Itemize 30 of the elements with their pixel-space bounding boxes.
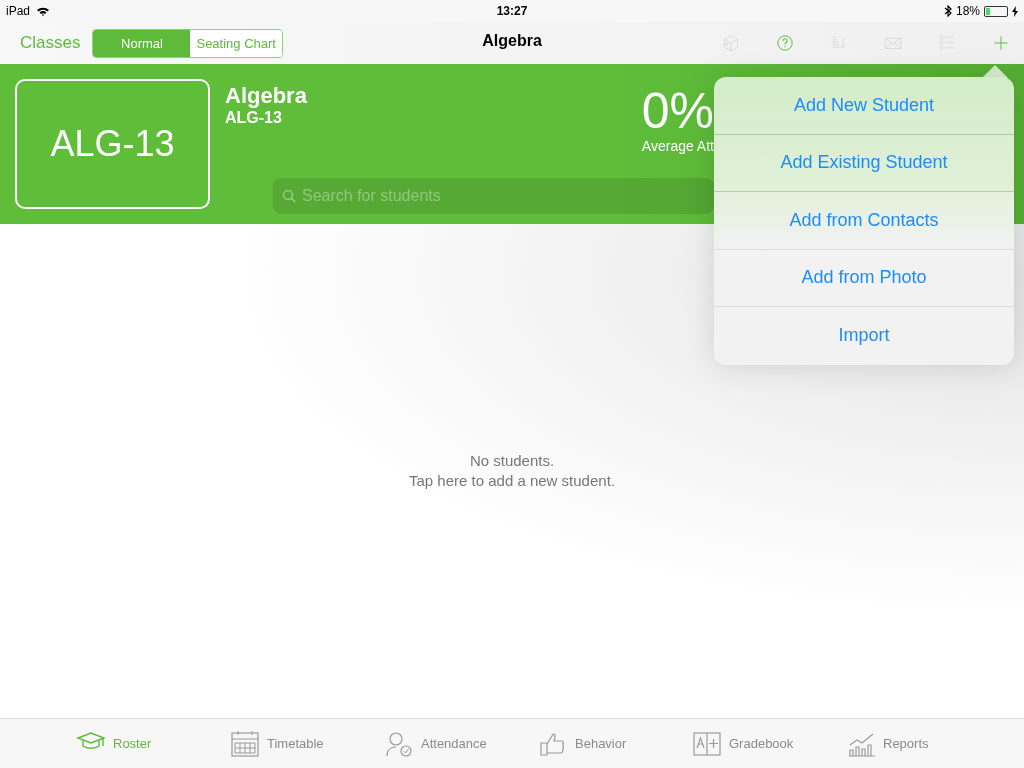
menu-item[interactable]: Add New Student <box>714 77 1014 135</box>
wifi-icon <box>36 5 51 17</box>
clock: 13:27 <box>495 4 529 18</box>
menu-item[interactable]: Add Existing Student <box>714 134 1014 192</box>
battery-percent: 18% <box>955 4 980 18</box>
tab-bar-item[interactable]: Roster <box>75 728 193 759</box>
search-icon <box>282 189 296 203</box>
menu-item[interactable]: Add from Contacts <box>714 192 1014 250</box>
tab-bar-item[interactable]: Gradebook <box>691 728 809 759</box>
tab-bar-item[interactable]: Timetable <box>229 728 347 759</box>
menu-item[interactable]: Import <box>714 307 1014 365</box>
timetable-tab-icon <box>229 728 261 759</box>
attendance-value: 0% <box>640 84 714 138</box>
menu-item[interactable]: Add from Photo <box>714 249 1014 307</box>
back-button[interactable]: Classes <box>20 33 81 53</box>
tab-bar-item[interactable]: Attendance <box>383 728 501 759</box>
attendance-label: Average Att <box>640 138 714 154</box>
segment-tab[interactable]: Normal <box>93 29 191 57</box>
charging-icon <box>1012 5 1018 17</box>
tab-bar-item[interactable]: Behavior <box>537 728 655 759</box>
nav-title: Algebra <box>482 32 542 49</box>
segment-tab[interactable]: Seating Chart <box>190 29 282 57</box>
battery-icon <box>984 5 1008 17</box>
class-code-badge: ALG-13 <box>15 79 210 209</box>
class-name: Algebra <box>225 83 308 109</box>
tab-bar-item[interactable]: Reports <box>845 728 963 759</box>
device-name: iPad <box>6 4 31 18</box>
empty-state-message[interactable]: No students. Tap here to add a new student. <box>409 451 615 491</box>
class-code: ALG-13 <box>225 109 283 127</box>
bluetooth-icon <box>943 5 952 17</box>
